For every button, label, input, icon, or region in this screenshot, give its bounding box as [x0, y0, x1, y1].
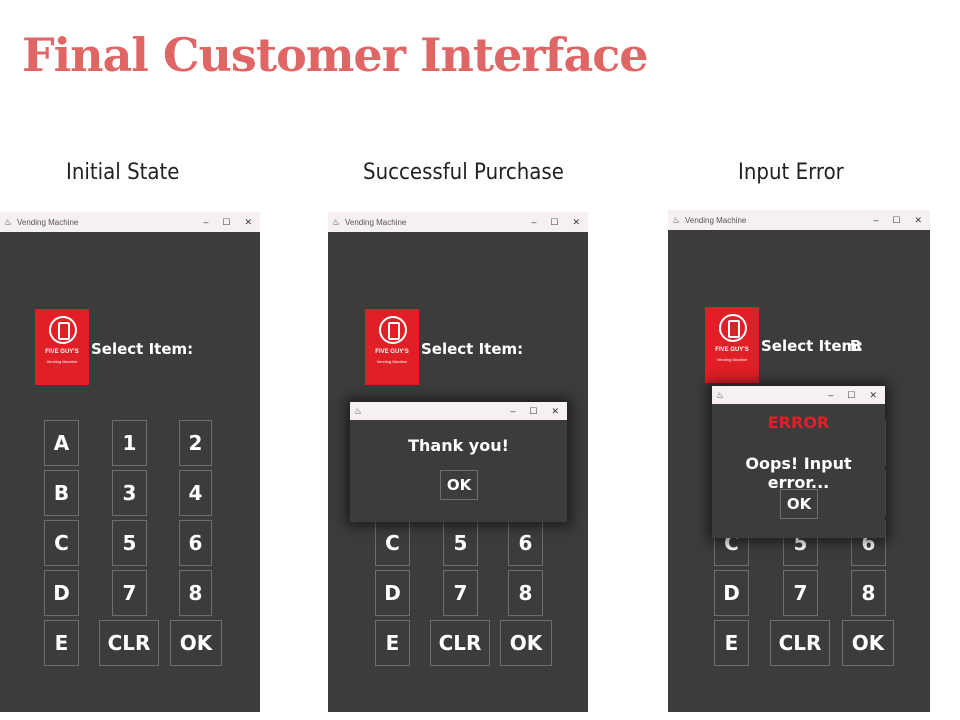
- logo-brand: FIVE GUY'S: [375, 349, 409, 355]
- key-3-button[interactable]: 3: [112, 470, 147, 516]
- key-b-button[interactable]: B: [44, 470, 79, 516]
- error-dialog: ♨ – ☐ ✕ ERROR Oops! Input error... OK: [712, 386, 885, 538]
- maximize-button[interactable]: ☐: [550, 217, 558, 228]
- logo-subtitle: Vending Machine: [46, 359, 78, 364]
- logo-brand: FIVE GUY'S: [715, 347, 749, 353]
- minimize-button[interactable]: –: [828, 390, 833, 401]
- key-1-button[interactable]: 1: [112, 420, 147, 466]
- key-e-button[interactable]: E: [375, 620, 410, 666]
- minimize-button[interactable]: –: [203, 217, 208, 228]
- vending-machine-icon: [719, 314, 747, 342]
- key-7-button[interactable]: 7: [443, 570, 478, 616]
- key-ok-button[interactable]: OK: [842, 620, 894, 666]
- key-2-button[interactable]: 2: [179, 420, 212, 466]
- key-ok-button[interactable]: OK: [500, 620, 552, 666]
- thank-you-dialog: ♨ – ☐ ✕ Thank you! OK: [350, 402, 567, 522]
- key-7-button[interactable]: 7: [112, 570, 147, 616]
- caption-input-error: Input Error: [738, 160, 844, 185]
- key-clr-button[interactable]: CLR: [430, 620, 490, 666]
- caption-successful-purchase: Successful Purchase: [363, 160, 564, 185]
- window-titlebar[interactable]: ♨ Vending Machine – ☐ ✕: [328, 212, 588, 232]
- minimize-button[interactable]: –: [531, 217, 536, 228]
- vending-machine-icon: [49, 316, 77, 344]
- error-heading: ERROR: [767, 413, 830, 432]
- close-button[interactable]: ✕: [572, 217, 580, 228]
- close-button[interactable]: ✕: [869, 390, 877, 401]
- java-app-icon: ♨: [4, 217, 13, 227]
- window-title: Vending Machine: [685, 215, 747, 225]
- dialog-message: Thank you!: [408, 436, 509, 455]
- dialog-titlebar[interactable]: ♨ – ☐ ✕: [350, 402, 567, 420]
- window-title: Vending Machine: [17, 217, 79, 227]
- key-d-button[interactable]: D: [375, 570, 410, 616]
- close-button[interactable]: ✕: [244, 217, 252, 228]
- close-button[interactable]: ✕: [914, 215, 922, 226]
- logo-subtitle: Vending Machine: [376, 359, 408, 364]
- window-input-error: ♨ Vending Machine – ☐ ✕ FIVE GUY'S Vendi…: [668, 210, 930, 712]
- select-item-label: Select Item:: [761, 337, 864, 355]
- key-8-button[interactable]: 8: [179, 570, 212, 616]
- key-ok-button[interactable]: OK: [170, 620, 222, 666]
- key-d-button[interactable]: D: [714, 570, 749, 616]
- java-app-icon: ♨: [354, 406, 363, 416]
- dialog-message: Oops! Input error...: [745, 454, 852, 492]
- key-6-button[interactable]: 6: [508, 520, 543, 566]
- select-item-label: Select Item:: [421, 340, 524, 358]
- window-titlebar[interactable]: ♨ Vending Machine – ☐ ✕: [668, 210, 930, 230]
- caption-initial-state: Initial State: [66, 160, 180, 185]
- java-app-icon: ♨: [672, 215, 681, 225]
- key-4-button[interactable]: 4: [179, 470, 212, 516]
- five-guys-logo: FIVE GUY'S Vending Machine: [705, 307, 759, 383]
- java-app-icon: ♨: [716, 390, 725, 400]
- window-initial-state: ♨ Vending Machine – ☐ ✕ FIVE GUY'S Vendi…: [0, 212, 260, 712]
- key-8-button[interactable]: 8: [851, 570, 886, 616]
- key-5-button[interactable]: 5: [443, 520, 478, 566]
- key-c-button[interactable]: C: [375, 520, 410, 566]
- close-button[interactable]: ✕: [551, 406, 559, 417]
- maximize-button[interactable]: ☐: [892, 215, 900, 226]
- dialog-ok-button[interactable]: OK: [780, 489, 818, 519]
- logo-brand: FIVE GUY'S: [45, 349, 79, 355]
- key-c-button[interactable]: C: [44, 520, 79, 566]
- minimize-button[interactable]: –: [873, 215, 878, 226]
- five-guys-logo: FIVE GUY'S Vending Machine: [35, 309, 89, 385]
- five-guys-logo: FIVE GUY'S Vending Machine: [365, 309, 419, 385]
- vending-machine-icon: [379, 316, 407, 344]
- window-titlebar[interactable]: ♨ Vending Machine – ☐ ✕: [0, 212, 260, 232]
- key-7-button[interactable]: 7: [783, 570, 818, 616]
- dialog-titlebar[interactable]: ♨ – ☐ ✕: [712, 386, 885, 404]
- key-d-button[interactable]: D: [44, 570, 79, 616]
- logo-subtitle: Vending Machine: [716, 357, 748, 362]
- maximize-button[interactable]: ☐: [847, 390, 855, 401]
- key-e-button[interactable]: E: [44, 620, 79, 666]
- window-title: Vending Machine: [345, 217, 407, 227]
- minimize-button[interactable]: –: [510, 406, 515, 417]
- key-clr-button[interactable]: CLR: [99, 620, 159, 666]
- key-8-button[interactable]: 8: [508, 570, 543, 616]
- key-6-button[interactable]: 6: [179, 520, 212, 566]
- java-app-icon: ♨: [332, 217, 341, 227]
- key-5-button[interactable]: 5: [112, 520, 147, 566]
- select-item-label: Select Item:: [91, 340, 194, 358]
- maximize-button[interactable]: ☐: [529, 406, 537, 417]
- maximize-button[interactable]: ☐: [222, 217, 230, 228]
- selected-item-value: B: [850, 337, 862, 355]
- key-clr-button[interactable]: CLR: [770, 620, 830, 666]
- key-a-button[interactable]: A: [44, 420, 79, 466]
- window-successful-purchase: ♨ Vending Machine – ☐ ✕ FIVE GUY'S Vendi…: [328, 212, 588, 712]
- page-title: Final Customer Interface: [22, 28, 649, 82]
- key-e-button[interactable]: E: [714, 620, 749, 666]
- dialog-ok-button[interactable]: OK: [440, 470, 478, 500]
